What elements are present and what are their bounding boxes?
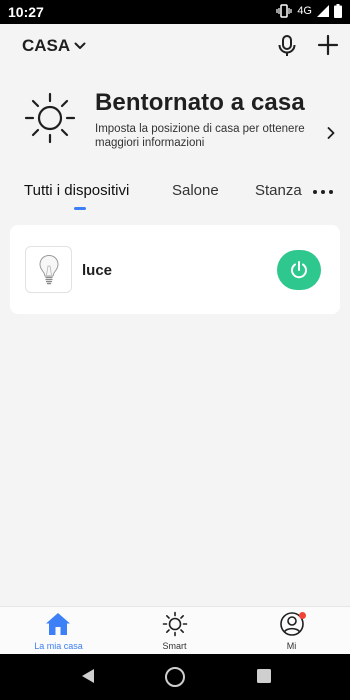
vibrate-icon — [276, 4, 292, 18]
room-tabs: Tutti i dispositivi Salone Stanza — [0, 174, 350, 214]
tab-all-devices[interactable]: Tutti i dispositivi — [24, 182, 129, 199]
tab-salone[interactable]: Salone — [172, 182, 219, 199]
system-nav-bar — [0, 654, 350, 700]
signal-icon — [317, 5, 329, 17]
welcome-title: Bentornato a casa — [95, 89, 305, 116]
status-icons: 4G — [276, 4, 342, 18]
add-icon[interactable] — [316, 33, 340, 57]
nav-label: Smart — [162, 641, 187, 651]
microphone-icon[interactable] — [276, 34, 298, 58]
network-type: 4G — [297, 5, 312, 17]
bottom-nav: La mia casa Smart Mi — [0, 606, 350, 654]
light-bulb-icon — [39, 254, 59, 285]
sun-icon — [24, 92, 76, 144]
tab-stanza[interactable]: Stanza — [255, 182, 302, 199]
status-time: 10:27 — [8, 4, 44, 20]
home-icon — [46, 613, 70, 635]
recents-icon[interactable] — [256, 668, 272, 684]
notification-badge — [299, 612, 306, 619]
nav-mi[interactable]: Mi — [233, 607, 350, 655]
power-toggle-button[interactable] — [277, 250, 321, 290]
nav-label: La mia casa — [34, 641, 83, 651]
home-name: CASA — [22, 36, 71, 55]
device-name: luce — [82, 262, 113, 279]
tab-indicator — [74, 207, 86, 210]
top-bar: CASA — [0, 24, 350, 68]
sun-icon — [162, 611, 188, 637]
chevron-right-icon — [327, 127, 335, 139]
back-icon[interactable] — [80, 667, 96, 685]
device-thumbnail — [25, 246, 72, 293]
nav-my-home[interactable]: La mia casa — [0, 607, 117, 655]
device-card[interactable]: luce — [10, 225, 340, 314]
more-icon[interactable] — [312, 188, 334, 196]
power-icon — [291, 261, 307, 279]
home-button-icon[interactable] — [164, 666, 186, 688]
chevron-down-icon — [74, 42, 86, 49]
home-selector[interactable]: CASA — [22, 36, 86, 56]
nav-smart[interactable]: Smart — [116, 607, 233, 655]
status-bar: 10:27 4G — [0, 0, 350, 24]
battery-icon — [334, 4, 342, 18]
welcome-subtitle: Imposta la posizione di casa per ottener… — [95, 123, 305, 149]
nav-label: Mi — [286, 641, 297, 651]
welcome-banner[interactable]: Bentornato a casa Imposta la posizione d… — [0, 82, 350, 157]
